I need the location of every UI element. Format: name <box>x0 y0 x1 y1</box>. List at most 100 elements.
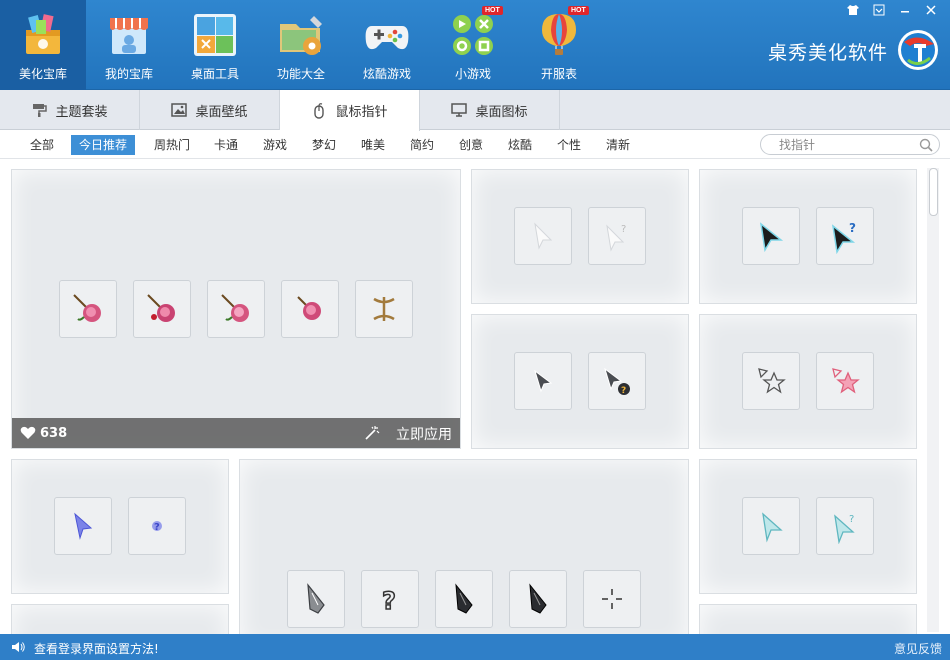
cursor-card[interactable]: ? <box>239 459 689 634</box>
tab-theme-suite[interactable]: 主题套装 <box>0 90 140 130</box>
cursor-thumb[interactable]: ? <box>588 352 646 410</box>
mini-game-icon <box>453 15 493 55</box>
cursor-thumb[interactable] <box>742 352 800 410</box>
rose-busy-cursor-icon <box>147 294 175 322</box>
svg-text:?: ? <box>382 587 396 615</box>
category-today-recommend[interactable]: 今日推荐 <box>71 135 136 155</box>
category-fresh[interactable]: 清新 <box>606 135 630 155</box>
scrollbar-thumb[interactable] <box>929 168 938 216</box>
cursor-thumb[interactable] <box>742 207 800 265</box>
cursor-card[interactable]: ? <box>471 314 689 449</box>
pen-cursor-icon <box>307 583 325 614</box>
cursor-thumb[interactable]: ? <box>361 570 419 628</box>
cursor-thumb[interactable]: ? <box>588 207 646 265</box>
cursor-thumb[interactable] <box>514 352 572 410</box>
pink-star-cursor-icon <box>832 368 860 394</box>
category-aesthetic[interactable]: 唯美 <box>361 135 385 155</box>
category-cartoon[interactable]: 卡通 <box>214 135 238 155</box>
cursor-card[interactable]: ? <box>699 169 917 304</box>
cursor-card[interactable]: ? <box>11 459 229 594</box>
nav-item-server-list[interactable]: HOT 开服表 <box>516 0 602 90</box>
minimize-icon <box>901 11 909 13</box>
cursor-thumb[interactable] <box>355 280 413 338</box>
category-all[interactable]: 全部 <box>30 135 54 155</box>
tab-mouse-pointer[interactable]: 鼠标指针 <box>280 90 420 131</box>
nav-item-desktop-tools[interactable]: 桌面工具 <box>172 0 258 90</box>
cyan-arrow-cursor-icon <box>762 512 783 543</box>
cursor-thumb[interactable] <box>133 280 191 338</box>
skin-icon[interactable] <box>842 4 864 22</box>
cursor-thumb[interactable]: ? <box>128 497 186 555</box>
cursor-thumb[interactable] <box>287 570 345 628</box>
tab-bar: 主题套装 桌面壁纸 鼠标指针 桌面图标 <box>0 90 950 131</box>
black-glow-arrow-cursor-icon <box>759 222 784 253</box>
nav-item-beautify-library[interactable]: 美化宝库 <box>0 0 86 90</box>
cursor-thumb[interactable]: ? <box>816 207 874 265</box>
minimize-button[interactable] <box>894 4 916 22</box>
cursor-thumb[interactable] <box>583 570 641 628</box>
balloon-icon <box>542 14 576 55</box>
category-weekly-hot[interactable]: 周热门 <box>154 135 190 155</box>
desktop-tools-icon <box>194 14 236 56</box>
cursor-thumb[interactable] <box>509 570 567 628</box>
rose-cursor-icon <box>73 294 101 322</box>
feedback-link[interactable]: 意见反馈 <box>894 640 942 657</box>
dropdown-menu-icon <box>873 4 885 16</box>
svg-text:?: ? <box>621 224 626 235</box>
apply-now-button[interactable]: 立即应用 <box>396 424 452 444</box>
nav-label: 我的宝库 <box>104 67 153 81</box>
status-message[interactable]: 查看登录界面设置方法! <box>34 640 159 657</box>
category-personality[interactable]: 个性 <box>557 135 581 155</box>
cursor-thumb[interactable] <box>59 280 117 338</box>
nav-label: 桌面工具 <box>190 67 239 81</box>
cursor-thumb[interactable] <box>54 497 112 555</box>
cursor-thumb[interactable]: ? <box>816 497 874 555</box>
cursor-thumb[interactable] <box>514 207 572 265</box>
nav-label: 炫酷游戏 <box>362 67 411 81</box>
cursor-card[interactable]: ? <box>699 459 917 594</box>
shirt-icon <box>847 5 859 15</box>
svg-text:?: ? <box>849 221 856 235</box>
cursor-thumb[interactable] <box>207 280 265 338</box>
cursor-gallery: 638 立即应用 ? ? ? ? ? ? <box>0 160 950 634</box>
tab-desktop-wallpaper[interactable]: 桌面壁纸 <box>140 90 280 130</box>
cursor-card[interactable] <box>11 604 229 634</box>
nav-item-my-library[interactable]: 我的宝库 <box>86 0 172 90</box>
tab-label: 鼠标指针 <box>335 105 388 120</box>
cursor-thumb[interactable] <box>816 352 874 410</box>
category-cool[interactable]: 炫酷 <box>508 135 532 155</box>
heart-icon[interactable] <box>20 426 36 440</box>
crosshair-cursor-icon <box>602 589 622 609</box>
category-creative[interactable]: 创意 <box>459 135 483 155</box>
black-pen-cursor-icon <box>529 583 547 614</box>
nav-item-all-features[interactable]: 功能大全 <box>258 0 344 90</box>
category-dreamy[interactable]: 梦幻 <box>312 135 336 155</box>
black-glow-help-cursor-icon: ? <box>831 221 856 254</box>
nav-item-mini-games[interactable]: HOT 小游戏 <box>430 0 516 90</box>
scrollbar-track[interactable] <box>927 168 939 632</box>
cursor-card[interactable] <box>699 314 917 449</box>
tab-desktop-icons[interactable]: 桌面图标 <box>420 90 560 130</box>
close-button[interactable] <box>920 4 942 22</box>
card-footer: 638 立即应用 <box>12 418 460 448</box>
category-simple[interactable]: 简约 <box>410 135 434 155</box>
nav-item-cool-games[interactable]: 炫酷游戏 <box>344 0 430 90</box>
nav-label: 功能大全 <box>276 67 325 81</box>
white-arrow-cursor-icon <box>534 222 553 250</box>
search-icon[interactable] <box>919 138 933 152</box>
cursor-card[interactable] <box>699 604 917 634</box>
move-cursor-icon <box>373 297 395 321</box>
grey-arrow-cursor-icon <box>534 369 553 393</box>
cursor-thumb[interactable] <box>435 570 493 628</box>
category-game[interactable]: 游戏 <box>263 135 287 155</box>
featured-cursor-card[interactable]: 638 立即应用 <box>11 169 461 449</box>
tab-label: 桌面图标 <box>475 104 528 120</box>
search-input[interactable] <box>779 136 919 153</box>
svg-text:?: ? <box>621 386 626 396</box>
cursor-thumb[interactable] <box>742 497 800 555</box>
cyan-help-cursor-icon: ? <box>834 514 855 544</box>
cursor-card[interactable]: ? <box>471 169 689 304</box>
magic-wand-icon <box>365 426 380 440</box>
cursor-thumb[interactable] <box>281 280 339 338</box>
menu-button[interactable] <box>868 4 890 22</box>
